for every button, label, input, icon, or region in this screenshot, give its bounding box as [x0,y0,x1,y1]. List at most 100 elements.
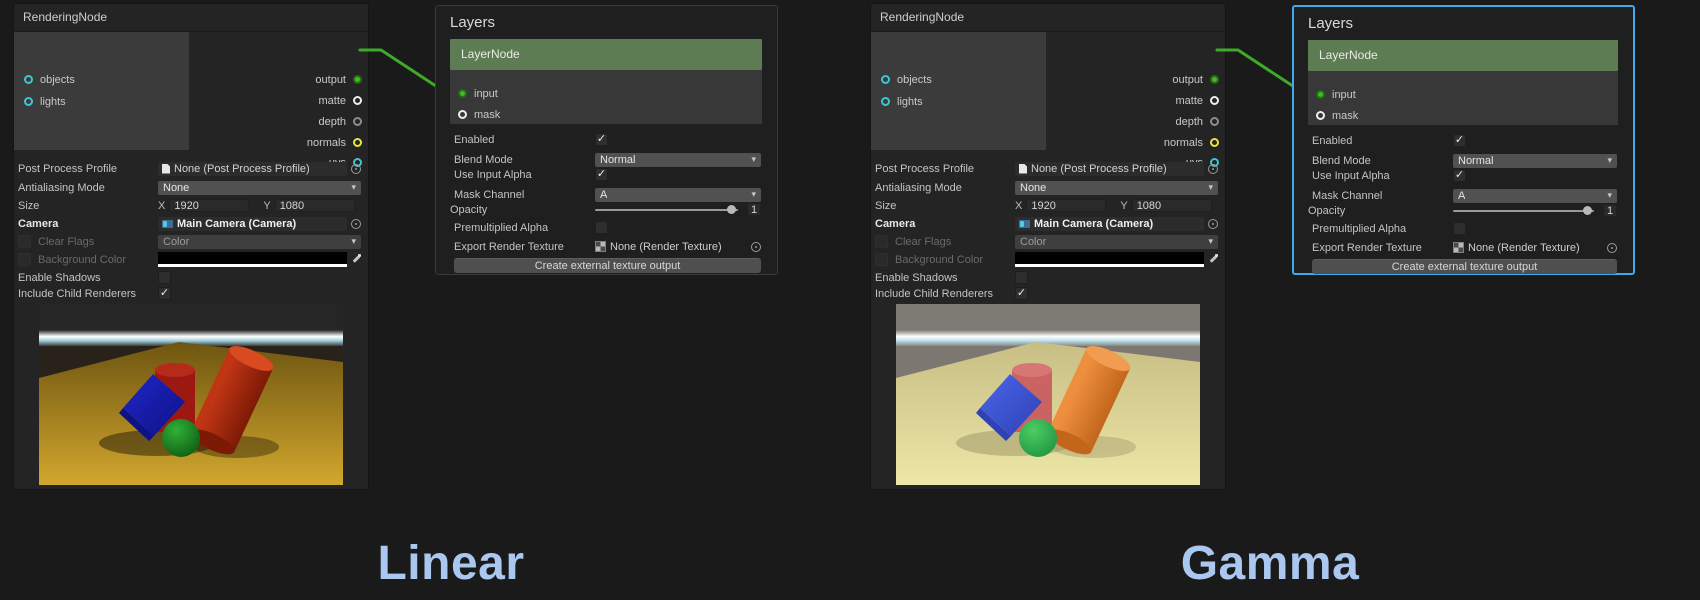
row-post-process-profile: Post Process Profile None (Post Process … [875,161,1218,176]
port-dot-input[interactable] [458,89,467,98]
antialiasing-dropdown[interactable]: None [1015,181,1218,195]
clear-flags-dropdown[interactable]: Color [158,235,361,249]
enable-shadows-checkbox[interactable] [158,271,171,284]
enabled-checkbox[interactable] [1453,134,1466,147]
enable-shadows-checkbox[interactable] [1015,271,1028,284]
dropdown-value: Color [1020,236,1046,248]
mask-channel-dropdown[interactable]: A [1453,189,1617,203]
sphere [162,419,200,457]
include-child-renderers-checkbox[interactable] [158,287,171,300]
opacity-value-input[interactable]: 1 [1603,204,1617,217]
port-dot-lights[interactable] [881,97,890,106]
port-dot-normals[interactable] [353,138,362,147]
port-dot-depth[interactable] [353,117,362,126]
dropdown-value: A [1458,190,1465,202]
object-picker-icon[interactable] [351,164,361,174]
rendering-node-panel[interactable]: RenderingNode objects lights output m [13,3,369,490]
use-input-alpha-checkbox[interactable] [1453,169,1466,182]
field-label: Mask Channel [454,189,595,201]
blend-mode-dropdown[interactable]: Normal [595,153,761,167]
slider-handle[interactable] [727,205,736,214]
camera-icon [1019,220,1030,228]
row-enable-shadows: Enable Shadows [18,270,361,285]
port-dot-depth[interactable] [1210,117,1219,126]
layers-panel-selected[interactable]: Layers LayerNode input mask Enabled Blen… [1292,5,1635,275]
slider-track[interactable] [595,209,738,211]
slider-track[interactable] [1453,210,1594,212]
port-label: output [315,74,346,86]
blend-mode-dropdown[interactable]: Normal [1453,154,1617,168]
enabled-checkbox[interactable] [595,133,608,146]
object-picker-icon[interactable] [351,219,361,229]
size-x-input[interactable]: 1920 [1026,199,1106,212]
create-external-texture-output-button[interactable]: Create external texture output [454,258,761,273]
port-input[interactable]: input [458,88,498,99]
port-lights[interactable]: lights [24,96,66,107]
opacity-slider[interactable] [1453,204,1594,217]
object-picker-icon[interactable] [1607,243,1617,253]
port-dot-objects[interactable] [881,75,890,84]
post-process-profile-field[interactable]: None (Post Process Profile) [158,162,347,176]
opacity-value-input[interactable]: 1 [747,203,761,216]
rendering-node-title[interactable]: RenderingNode [14,4,368,32]
field-label: Camera [875,218,1015,230]
layers-panel[interactable]: Layers LayerNode input mask Enabled Blen… [435,5,778,275]
layer-node-header[interactable]: LayerNode [1308,40,1618,71]
premultiplied-alpha-checkbox[interactable] [595,221,608,234]
camera-field[interactable]: Main Camera (Camera) [158,217,347,231]
rendering-node-title[interactable]: RenderingNode [871,4,1225,32]
layer-node-header[interactable]: LayerNode [450,39,762,70]
port-mask[interactable]: mask [1316,110,1358,121]
eyedropper-icon[interactable] [1208,254,1218,265]
port-lights[interactable]: lights [881,96,923,107]
clear-flags-override-checkbox[interactable] [875,235,888,248]
port-dot-normals[interactable] [1210,138,1219,147]
port-dot-lights[interactable] [24,97,33,106]
object-picker-icon[interactable] [751,242,761,252]
size-y-input[interactable]: 1080 [1132,199,1212,212]
row-clear-flags: Clear Flags Color [18,234,361,249]
field-label: Antialiasing Mode [875,182,1015,194]
port-objects[interactable]: objects [881,74,932,85]
clear-flags-dropdown[interactable]: Color [1015,235,1218,249]
port-depth[interactable]: depth [318,116,362,127]
port-normals[interactable]: normals [307,137,362,148]
use-input-alpha-checkbox[interactable] [595,168,608,181]
port-dot-mask[interactable] [1316,111,1325,120]
rendering-node-panel[interactable]: RenderingNode objects lights output m [870,3,1226,490]
object-picker-icon[interactable] [1208,164,1218,174]
background-color-override-checkbox[interactable] [875,253,888,266]
clear-flags-override-checkbox[interactable] [18,235,31,248]
field-label: Premultiplied Alpha [454,222,595,234]
color-swatch[interactable] [158,252,347,267]
row-include-child-renderers: Include Child Renderers [18,286,361,301]
premultiplied-alpha-checkbox[interactable] [1453,222,1466,235]
background-color-override-checkbox[interactable] [18,253,31,266]
object-picker-icon[interactable] [1208,219,1218,229]
port-label: mask [1332,110,1358,122]
post-process-profile-field[interactable]: None (Post Process Profile) [1015,162,1204,176]
port-dot-objects[interactable] [24,75,33,84]
port-objects[interactable]: objects [24,74,75,85]
port-dot-mask[interactable] [458,110,467,119]
color-swatch[interactable] [1015,252,1204,267]
mask-channel-dropdown[interactable]: A [595,188,761,202]
port-normals[interactable]: normals [1164,137,1219,148]
port-input[interactable]: input [1316,89,1356,100]
port-depth[interactable]: depth [1175,116,1219,127]
include-child-renderers-checkbox[interactable] [1015,287,1028,300]
port-dot-input[interactable] [1316,90,1325,99]
create-external-texture-output-button[interactable]: Create external texture output [1312,259,1617,274]
input-ports-box [871,32,1046,150]
size-y-input[interactable]: 1080 [275,199,355,212]
antialiasing-dropdown[interactable]: None [158,181,361,195]
camera-field[interactable]: Main Camera (Camera) [1015,217,1204,231]
port-label: input [1332,89,1356,101]
port-mask[interactable]: mask [458,109,500,120]
field-value: None (Render Texture) [610,241,747,253]
eyedropper-icon[interactable] [351,254,361,265]
size-x-input[interactable]: 1920 [169,199,249,212]
input-ports-box [14,32,189,150]
slider-handle[interactable] [1583,206,1592,215]
opacity-slider[interactable] [595,203,738,216]
